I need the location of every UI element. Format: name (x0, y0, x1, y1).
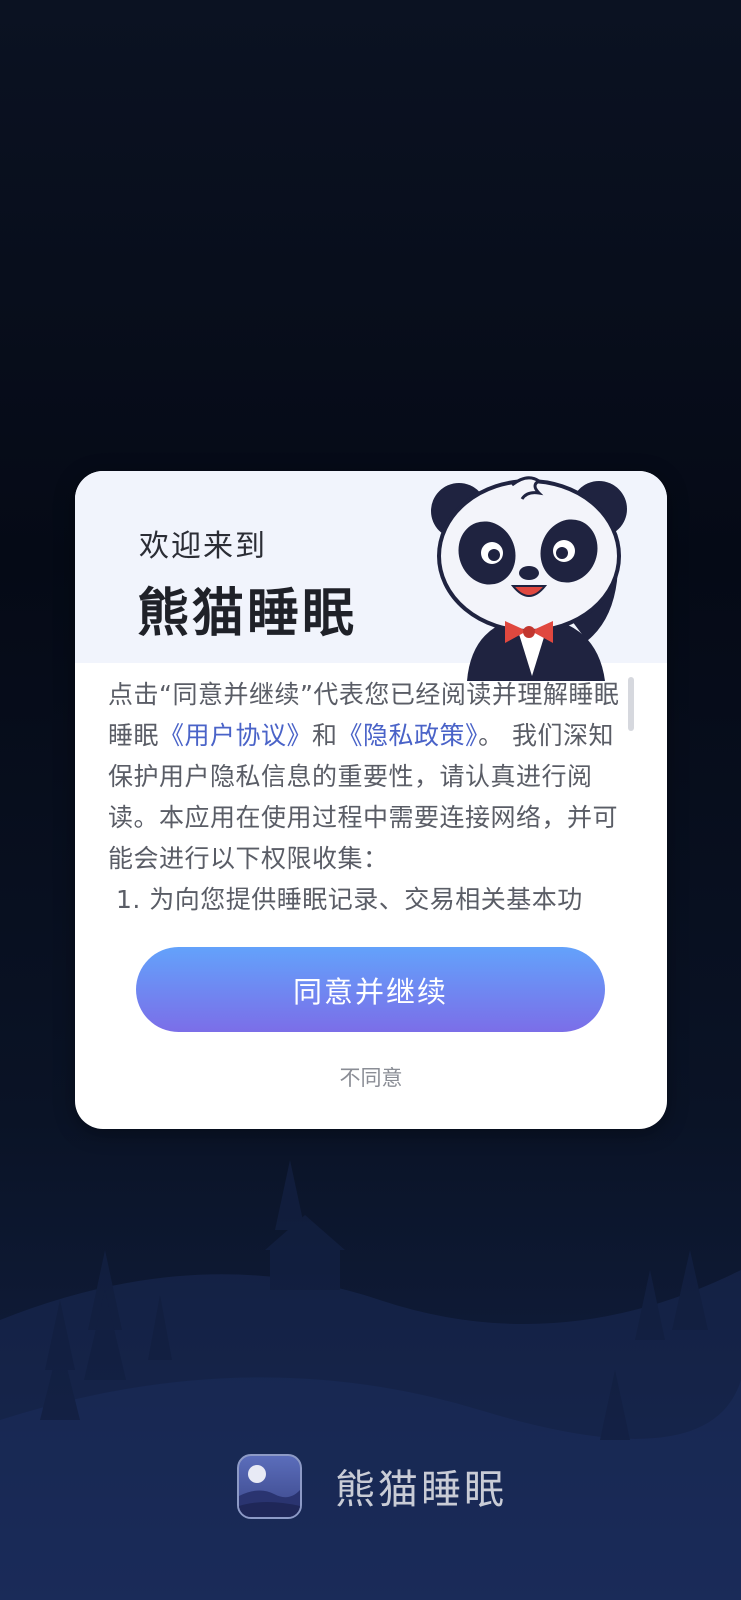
body-scrollbar[interactable] (628, 677, 634, 731)
welcome-text: 欢迎来到 (139, 529, 267, 564)
permission-list-item: 1. 为向您提供睡眠记录、交易相关基本功 (116, 885, 583, 914)
dialog-app-title: 熊猫睡眠 (137, 584, 358, 644)
body-and-text: 和 (312, 721, 338, 750)
privacy-consent-dialog: 欢迎来到 熊猫睡眠 点击“同意并继续”代表您已经阅读并理解睡眠睡眠《用户协议》和… (75, 471, 667, 1129)
brand-name: 熊猫睡眠 (335, 1467, 507, 1513)
privacy-policy-link[interactable]: 《隐私政策》 (338, 721, 479, 750)
app-branding: 熊猫睡眠 (237, 1453, 507, 1519)
privacy-body-text: 点击“同意并继续”代表您已经阅读并理解睡眠睡眠《用户协议》和《隐私政策》。 我们… (108, 674, 628, 924)
app-logo-icon (237, 1453, 302, 1519)
panda-mascot-icon (431, 476, 627, 681)
agree-and-continue-button[interactable]: 同意并继续 (136, 947, 605, 1032)
night-landscape-background (0, 1160, 741, 1600)
disagree-button[interactable]: 不同意 (75, 1062, 667, 1092)
user-agreement-link[interactable]: 《用户协议》 (159, 721, 312, 750)
